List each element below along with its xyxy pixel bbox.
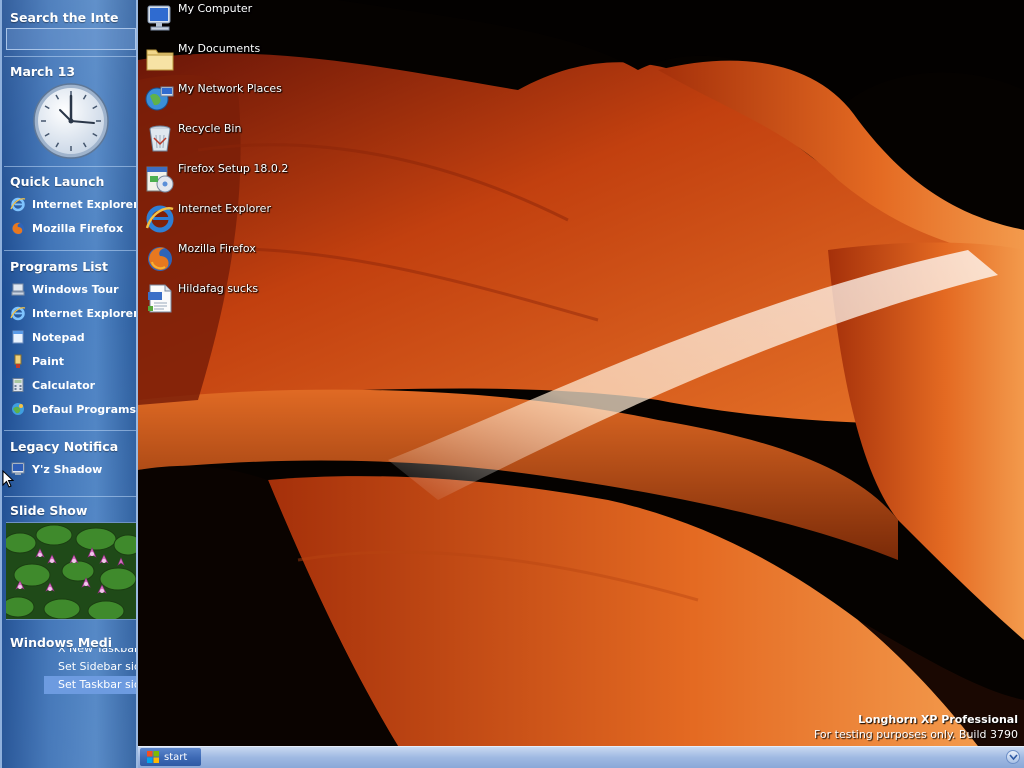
slideshow-title: Slide Show	[10, 503, 88, 518]
mouse-cursor-icon	[2, 470, 14, 488]
internet-explorer-icon	[145, 205, 174, 233]
program-item-paint[interactable]: Paint	[10, 351, 136, 371]
program-label: Defaul Programs	[32, 402, 136, 416]
desktop-icon-label: Mozilla Firefox	[178, 242, 256, 255]
program-label: Calculator	[32, 378, 96, 392]
program-label: Windows Tour	[32, 282, 119, 296]
desktop-icon-label: Internet Explorer	[178, 202, 271, 215]
desktop-icon-internet-explorer[interactable]: Internet Explorer	[144, 200, 324, 238]
search-input[interactable]	[6, 28, 136, 50]
start-button-label: start	[164, 751, 188, 763]
desktop-icon-label: My Documents	[178, 42, 261, 55]
my-computer-icon	[147, 5, 171, 31]
text-file-icon	[148, 284, 172, 313]
desktop-icon-hildafag-sucks[interactable]: Hildafag sucks	[144, 280, 324, 318]
tray-expand-button[interactable]	[1006, 750, 1020, 764]
build-watermark: Longhorn XP Professional For testing pur…	[814, 712, 1018, 742]
menu-item-set-taskbar-side[interactable]: Set Taskbar side	[44, 676, 136, 694]
desktop-icon-my-documents[interactable]: My Documents	[144, 40, 324, 78]
desktop-icon-label: Firefox Setup 18.0.2	[178, 162, 289, 175]
recycle-bin-icon	[149, 125, 171, 152]
sidebar: Search the Inte March 13 Quick Launch In…	[0, 0, 138, 768]
desktop-icon-firefox-setup[interactable]: Firefox Setup 18.0.2	[144, 160, 324, 198]
menu-item-set-sidebar-side[interactable]: Set Sidebar side	[44, 658, 136, 676]
desktop-icon-my-network-places[interactable]: My Network Places	[144, 80, 324, 118]
program-item-notepad[interactable]: Notepad	[10, 327, 136, 347]
folder-icon	[146, 49, 174, 71]
taskbar: start	[138, 746, 1024, 768]
watermark-build: For testing purposes only. Build 3790	[813, 728, 1018, 741]
desktop-icon-my-computer[interactable]: My Computer	[144, 0, 324, 38]
menu-item-new-taskbar[interactable]: X New Taskbar	[44, 648, 136, 658]
start-button[interactable]: start	[140, 748, 202, 766]
analog-clock[interactable]	[32, 82, 110, 160]
program-item-internet-explorer[interactable]: Internet Explorer	[10, 303, 136, 323]
internet-explorer-icon	[10, 306, 26, 321]
internet-explorer-icon	[10, 197, 26, 212]
legacy-item-yz-shadow[interactable]: Y'z Shadow	[10, 459, 136, 479]
legacy-notification-title: Legacy Notifica	[10, 439, 119, 454]
program-item-default-programs[interactable]: Defaul Programs	[10, 399, 136, 419]
program-label: Internet Explorer	[32, 306, 136, 320]
default-programs-icon	[12, 403, 24, 415]
desktop-icon-label: Recycle Bin	[178, 122, 242, 135]
quick-launch-title: Quick Launch	[10, 174, 105, 189]
calculator-icon	[12, 378, 24, 392]
program-item-calculator[interactable]: Calculator	[10, 375, 136, 395]
desktop-icon-recycle-bin[interactable]: Recycle Bin	[144, 120, 324, 158]
legacy-item-label: Y'z Shadow	[32, 462, 103, 476]
calendar-date: March 13	[10, 64, 76, 79]
programs-list-title: Programs List	[10, 259, 108, 274]
notepad-icon	[12, 330, 24, 344]
network-places-icon	[145, 86, 174, 111]
lotus-flowers-image	[6, 523, 136, 619]
sidebar-context-menu: X New Taskbar Set Sidebar side Set Taskb…	[44, 648, 136, 698]
program-label: Notepad	[32, 330, 85, 344]
windows-logo-icon	[147, 751, 159, 763]
firefox-icon	[148, 247, 172, 271]
installer-icon	[146, 166, 174, 193]
windows-tour-icon	[11, 283, 25, 296]
desktop-icon-mozilla-firefox[interactable]: Mozilla Firefox	[144, 240, 324, 278]
quick-launch-label: Mozilla Firefox	[32, 221, 124, 235]
program-label: Paint	[32, 354, 65, 368]
program-item-windows-tour[interactable]: Windows Tour	[10, 279, 136, 299]
watermark-edition: Longhorn XP Professional	[858, 713, 1018, 726]
quick-launch-item-firefox[interactable]: Mozilla Firefox	[10, 218, 136, 238]
desktop-icon-label: Hildafag sucks	[178, 282, 259, 295]
desktop-icon-label: My Network Places	[178, 82, 282, 95]
paint-icon	[14, 354, 22, 368]
chevron-down-icon	[1009, 754, 1018, 761]
slideshow-image[interactable]	[6, 522, 136, 620]
search-tile-title: Search the Inte	[10, 10, 119, 25]
quick-launch-label: Internet Explorer	[32, 197, 136, 211]
desktop-icon-label: My Computer	[178, 2, 253, 15]
firefox-icon	[12, 222, 24, 235]
quick-launch-item-internet-explorer[interactable]: Internet Explorer	[10, 194, 136, 214]
